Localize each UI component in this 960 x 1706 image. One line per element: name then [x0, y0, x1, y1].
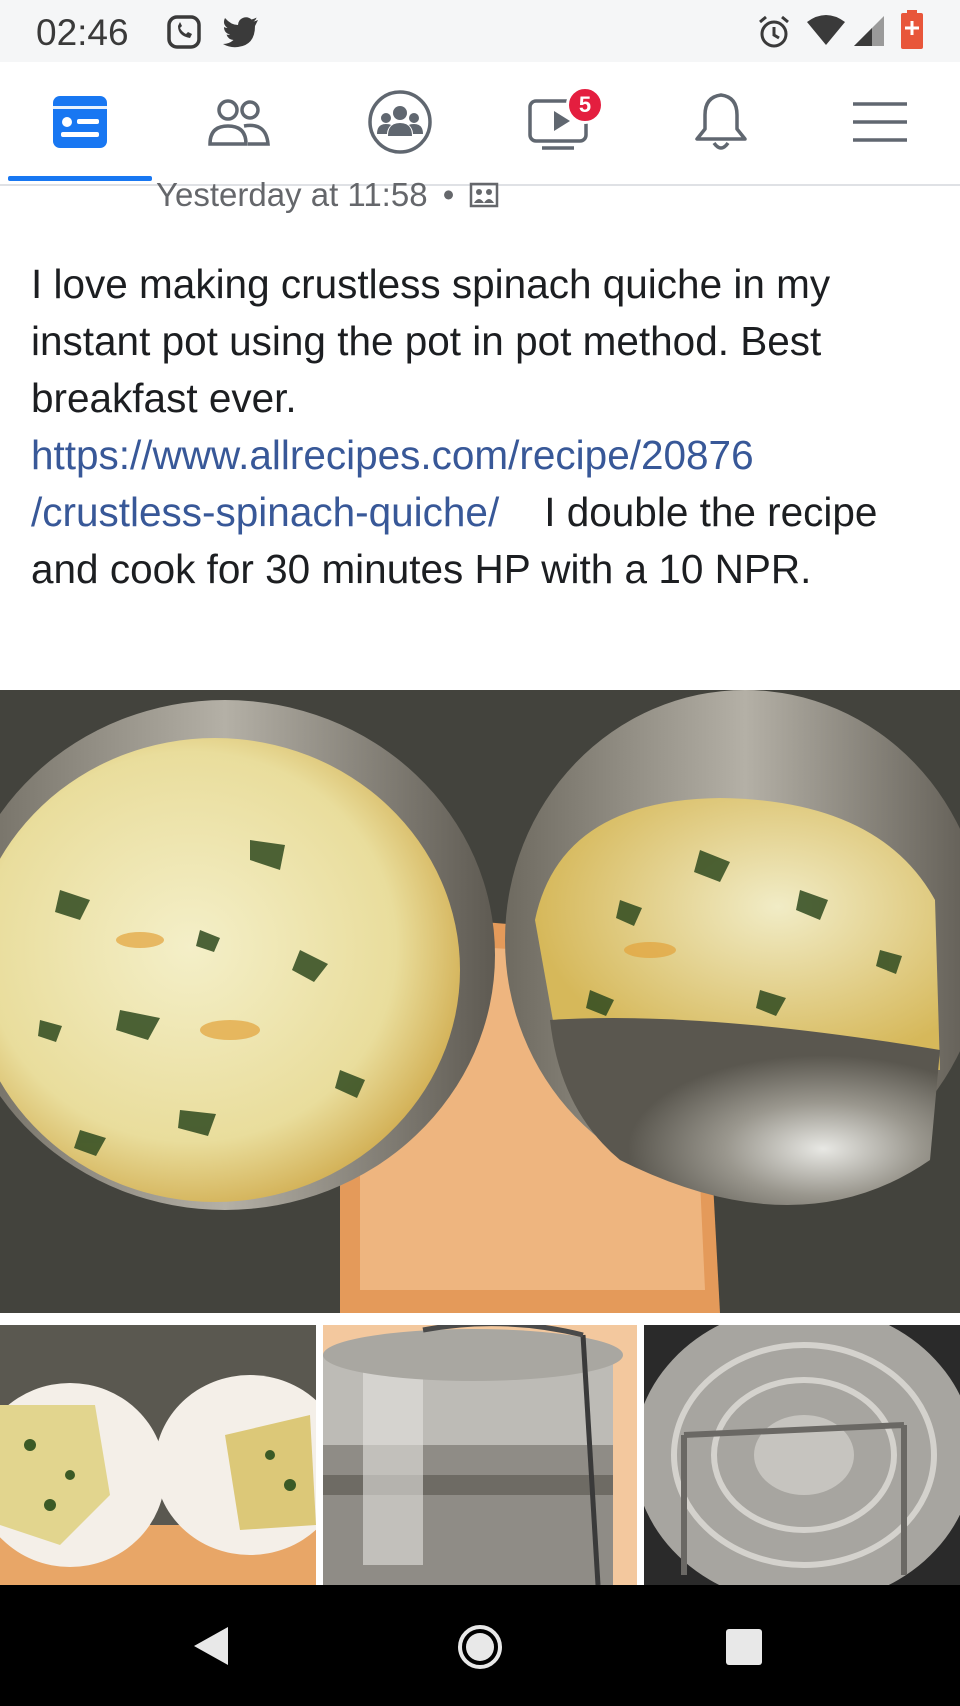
notifications-icon [693, 91, 749, 158]
menu-icon [850, 98, 910, 151]
quiche-slices-photo[interactable] [0, 1325, 316, 1585]
friends-icon [206, 96, 272, 153]
groups-icon [367, 89, 433, 160]
post-body: I love making crustless spinach quiche i… [31, 256, 936, 598]
back-button[interactable] [190, 1625, 232, 1672]
quiche-in-pans-photo[interactable] [0, 690, 960, 1313]
signal-icon [852, 14, 886, 53]
group-audience-icon [469, 178, 499, 214]
alarm-icon [756, 14, 792, 55]
wifi-icon [806, 14, 846, 51]
battery-icon [900, 10, 924, 55]
post-timestamp[interactable]: Yesterday at 11:58 [156, 176, 428, 213]
watch-notification-badge: 5 [566, 86, 604, 124]
tab-groups[interactable] [360, 84, 440, 164]
tab-menu[interactable] [840, 84, 920, 164]
post-timestamp-row: Yesterday at 11:58 • [156, 176, 499, 214]
status-bar: 02:46 [0, 0, 960, 62]
recipe-link-line1: https://www.allrecipes.com/recipe/20876 [31, 432, 754, 478]
system-nav-bar [0, 1585, 960, 1706]
active-tab-indicator [8, 176, 152, 181]
meta-separator: • [442, 176, 455, 213]
tab-friends[interactable] [199, 84, 279, 164]
stacked-pots-photo[interactable] [323, 1325, 637, 1585]
post-text-intro: I love making crustless spinach quiche i… [31, 261, 831, 421]
tab-notifications[interactable] [681, 84, 761, 164]
trivet-rack-photo[interactable] [644, 1325, 960, 1585]
status-time: 02:46 [36, 12, 129, 53]
news-feed-icon [51, 94, 109, 155]
top-nav-bar [0, 62, 960, 186]
recents-button[interactable] [724, 1627, 764, 1672]
tab-news-feed[interactable] [40, 84, 120, 164]
whatsapp-icon [166, 14, 202, 55]
home-button[interactable] [456, 1623, 504, 1676]
twitter-icon [222, 16, 260, 53]
recipe-link-line2: /crustless-spinach-quiche/ [31, 489, 500, 535]
